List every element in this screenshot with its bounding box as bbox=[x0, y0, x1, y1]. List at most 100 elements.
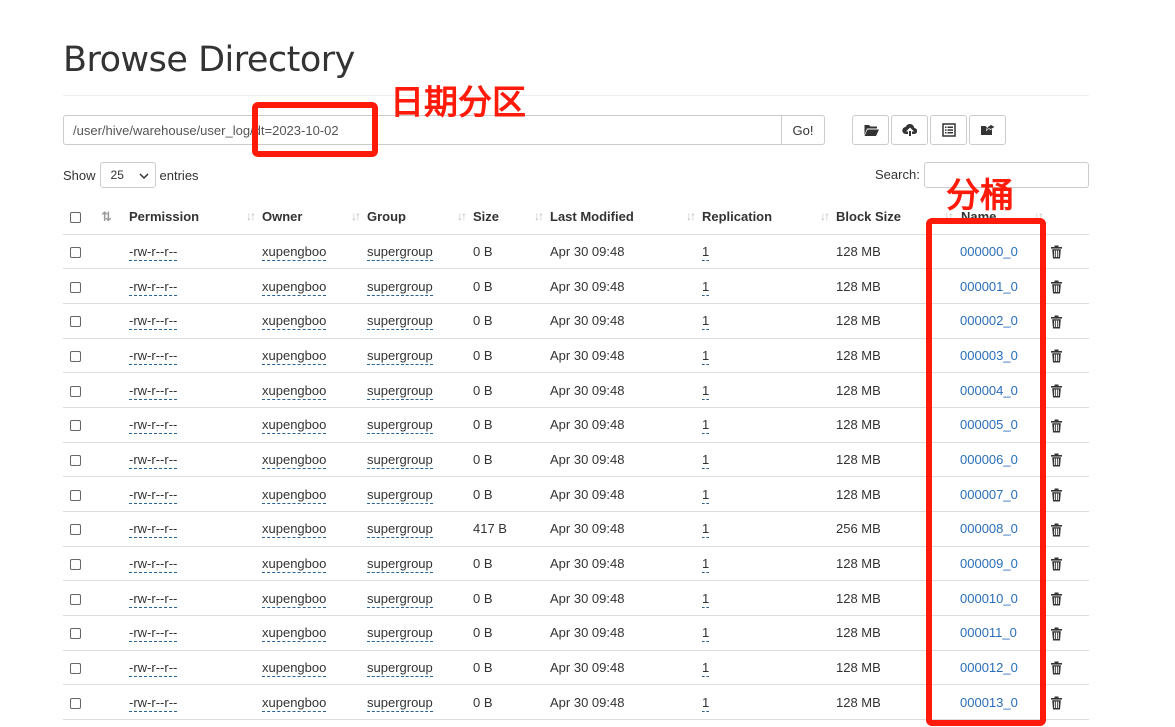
group-cell[interactable]: supergroup bbox=[367, 451, 433, 469]
group-cell[interactable]: supergroup bbox=[367, 313, 433, 331]
owner-cell[interactable]: xupengboo bbox=[262, 313, 327, 331]
group-cell[interactable]: supergroup bbox=[367, 417, 433, 435]
row-checkbox[interactable] bbox=[70, 524, 81, 536]
replication-cell[interactable]: 1 bbox=[702, 486, 710, 504]
row-checkbox[interactable] bbox=[70, 697, 81, 709]
replication-cell[interactable]: 1 bbox=[702, 382, 710, 400]
owner-cell[interactable]: xupengboo bbox=[262, 625, 327, 643]
select-all-header bbox=[63, 200, 96, 235]
upload-button[interactable] bbox=[891, 115, 928, 145]
owner-cell[interactable]: xupengboo bbox=[262, 451, 327, 469]
delete-button[interactable] bbox=[1050, 650, 1089, 686]
owner-cell[interactable]: xupengboo bbox=[262, 278, 327, 296]
row-checkbox[interactable] bbox=[70, 420, 81, 432]
replication-cell[interactable]: 1 bbox=[702, 243, 710, 261]
group-cell[interactable]: supergroup bbox=[367, 556, 433, 574]
row-checkbox[interactable] bbox=[70, 281, 81, 293]
delete-button[interactable] bbox=[1050, 268, 1089, 304]
owner-cell[interactable]: xupengboo bbox=[262, 486, 327, 504]
row-checkbox[interactable] bbox=[70, 593, 81, 605]
sort-column-header[interactable]: ⇅ bbox=[96, 200, 129, 235]
owner-cell[interactable]: xupengboo bbox=[262, 590, 327, 608]
delete-button[interactable] bbox=[1050, 407, 1089, 443]
replication-cell[interactable]: 1 bbox=[702, 660, 710, 678]
row-checkbox[interactable] bbox=[70, 350, 81, 362]
owner-cell[interactable]: xupengboo bbox=[262, 521, 327, 539]
permission-cell[interactable]: -rw-r--r-- bbox=[129, 625, 178, 643]
create-directory-button[interactable] bbox=[852, 115, 889, 145]
group-cell[interactable]: supergroup bbox=[367, 347, 433, 365]
replication-cell[interactable]: 1 bbox=[702, 556, 710, 574]
replication-cell[interactable]: 1 bbox=[702, 694, 710, 712]
entries-select[interactable]: 25 bbox=[99, 162, 156, 188]
cut-button[interactable] bbox=[930, 115, 967, 145]
owner-cell[interactable]: xupengboo bbox=[262, 243, 327, 261]
replication-cell[interactable]: 1 bbox=[702, 417, 710, 435]
group-cell[interactable]: supergroup bbox=[367, 382, 433, 400]
owner-cell[interactable]: xupengboo bbox=[262, 694, 327, 712]
row-checkbox[interactable] bbox=[70, 663, 81, 675]
permission-cell[interactable]: -rw-r--r-- bbox=[129, 486, 178, 504]
row-checkbox[interactable] bbox=[70, 385, 81, 397]
delete-button[interactable] bbox=[1050, 580, 1089, 617]
owner-cell[interactable]: xupengboo bbox=[262, 382, 327, 400]
owner-cell[interactable]: xupengboo bbox=[262, 660, 327, 678]
delete-button[interactable] bbox=[1050, 546, 1089, 582]
row-checkbox[interactable] bbox=[70, 489, 81, 501]
group-cell[interactable]: supergroup bbox=[367, 243, 433, 261]
delete-button[interactable] bbox=[1050, 372, 1089, 408]
row-checkbox[interactable] bbox=[70, 455, 81, 467]
group-cell[interactable]: supergroup bbox=[367, 625, 433, 643]
permission-cell[interactable]: -rw-r--r-- bbox=[129, 556, 178, 574]
row-checkbox[interactable] bbox=[70, 559, 81, 571]
replication-cell[interactable]: 1 bbox=[702, 521, 710, 539]
delete-button[interactable] bbox=[1050, 476, 1089, 512]
replication-cell[interactable]: 1 bbox=[702, 451, 710, 469]
group-cell[interactable]: supergroup bbox=[367, 590, 433, 608]
group-cell[interactable]: supergroup bbox=[367, 521, 433, 539]
delete-button[interactable] bbox=[1050, 511, 1089, 547]
replication-cell[interactable]: 1 bbox=[702, 278, 710, 296]
col-owner[interactable]: Owner ↓↑ bbox=[262, 200, 367, 235]
permission-cell[interactable]: -rw-r--r-- bbox=[129, 382, 178, 400]
group-cell[interactable]: supergroup bbox=[367, 694, 433, 712]
row-checkbox[interactable] bbox=[70, 246, 81, 258]
paste-button[interactable] bbox=[969, 115, 1006, 145]
size-cell: 0 B bbox=[473, 476, 550, 512]
row-checkbox[interactable] bbox=[70, 316, 81, 328]
permission-cell[interactable]: -rw-r--r-- bbox=[129, 278, 178, 296]
replication-cell[interactable]: 1 bbox=[702, 625, 710, 643]
owner-cell[interactable]: xupengboo bbox=[262, 417, 327, 435]
col-group[interactable]: Group ↓↑ bbox=[367, 200, 473, 235]
permission-cell[interactable]: -rw-r--r-- bbox=[129, 694, 178, 712]
col-replication[interactable]: Replication ↓↑ bbox=[702, 200, 836, 235]
row-checkbox[interactable] bbox=[70, 628, 81, 640]
owner-cell[interactable]: xupengboo bbox=[262, 556, 327, 574]
delete-button[interactable] bbox=[1050, 303, 1089, 339]
delete-button[interactable] bbox=[1050, 684, 1089, 721]
delete-button[interactable] bbox=[1050, 234, 1089, 270]
permission-cell[interactable]: -rw-r--r-- bbox=[129, 660, 178, 678]
col-permission[interactable]: Permission ↓↑ bbox=[129, 200, 262, 235]
permission-cell[interactable]: -rw-r--r-- bbox=[129, 313, 178, 331]
group-cell[interactable]: supergroup bbox=[367, 486, 433, 504]
permission-cell[interactable]: -rw-r--r-- bbox=[129, 417, 178, 435]
delete-button[interactable] bbox=[1050, 615, 1089, 651]
owner-cell[interactable]: xupengboo bbox=[262, 347, 327, 365]
go-button[interactable]: Go! bbox=[781, 115, 825, 145]
permission-cell[interactable]: -rw-r--r-- bbox=[129, 590, 178, 608]
col-size[interactable]: Size ↓↑ bbox=[473, 200, 550, 235]
permission-cell[interactable]: -rw-r--r-- bbox=[129, 451, 178, 469]
replication-cell[interactable]: 1 bbox=[702, 313, 710, 331]
delete-button[interactable] bbox=[1050, 338, 1089, 374]
permission-cell[interactable]: -rw-r--r-- bbox=[129, 347, 178, 365]
select-all-checkbox[interactable] bbox=[70, 212, 81, 224]
group-cell[interactable]: supergroup bbox=[367, 660, 433, 678]
replication-cell[interactable]: 1 bbox=[702, 347, 710, 365]
permission-cell[interactable]: -rw-r--r-- bbox=[129, 243, 178, 261]
replication-cell[interactable]: 1 bbox=[702, 590, 710, 608]
group-cell[interactable]: supergroup bbox=[367, 278, 433, 296]
permission-cell[interactable]: -rw-r--r-- bbox=[129, 521, 178, 539]
delete-button[interactable] bbox=[1050, 442, 1089, 478]
col-last-modified[interactable]: Last Modified ↓↑ bbox=[550, 200, 702, 235]
